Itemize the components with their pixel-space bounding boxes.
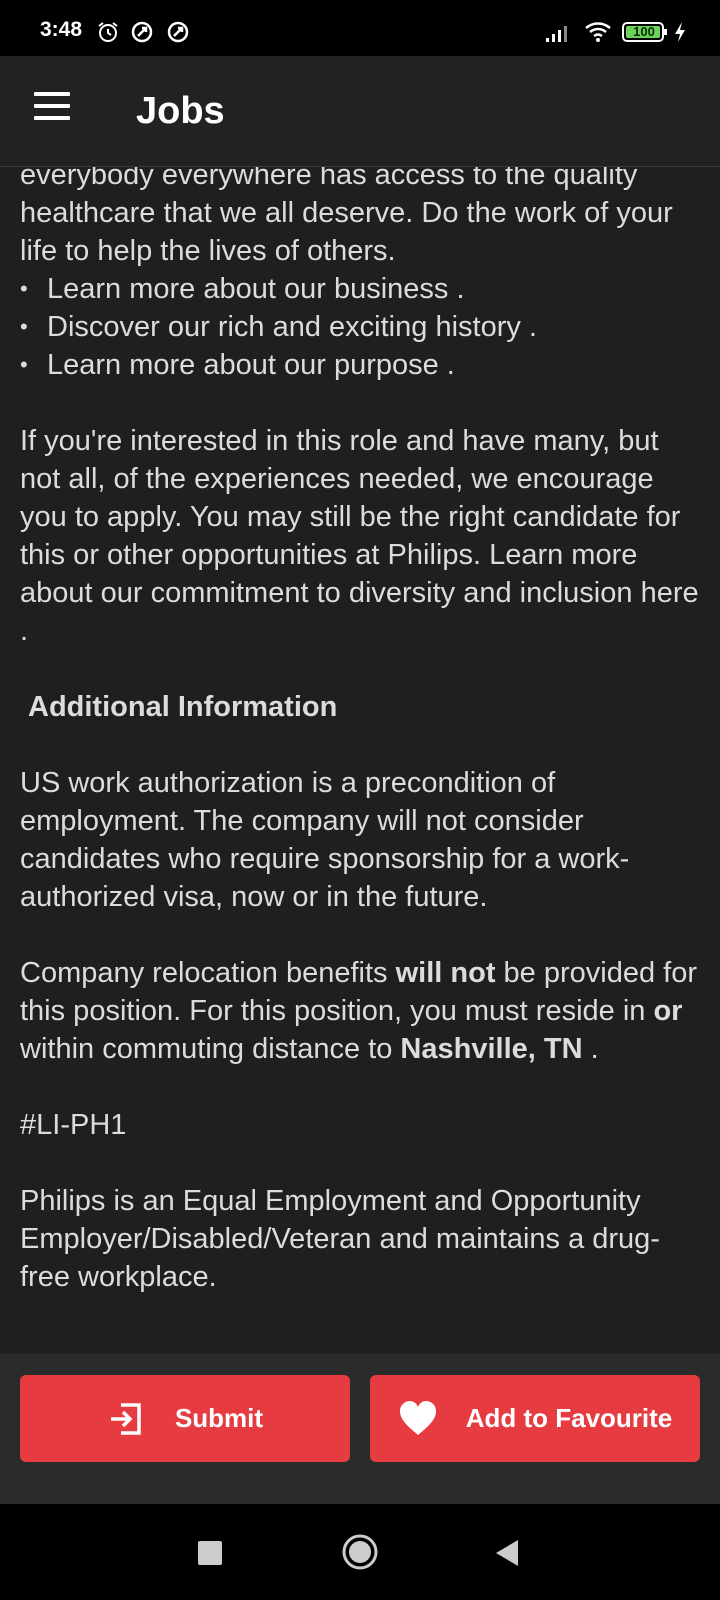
triangle-back-icon — [496, 1540, 518, 1566]
heart-icon — [399, 1400, 436, 1435]
submit-label: Submit — [174, 1403, 264, 1433]
menu-button[interactable] — [28, 92, 76, 130]
job-tag: #LI-PH1 — [20, 1109, 127, 1141]
charging-icon — [675, 22, 685, 42]
intro-paragraph: everybody everywhere has access to the q… — [20, 166, 673, 267]
data-saver-icon — [167, 21, 189, 43]
battery-level: 100 — [633, 24, 655, 39]
job-description[interactable]: everybody everywhere has access to the q… — [0, 166, 720, 1354]
status-bar: 3:48 100 — [0, 0, 720, 56]
eeo-paragraph: Philips is an Equal Employment and Oppor… — [20, 1185, 660, 1293]
add-to-favourite-button[interactable]: Add to Favourite — [370, 1375, 700, 1462]
location-name: Nashville, TN — [400, 1033, 583, 1065]
relocation-paragraph: Company relocation benefits will not be … — [20, 957, 697, 1065]
interest-paragraph: If you're interested in this role and ha… — [20, 425, 699, 647]
work-authorization-paragraph: US work authorization is a precondition … — [20, 767, 630, 913]
wifi-icon — [585, 22, 611, 42]
bullet-purpose[interactable]: Learn more about our purpose . — [20, 346, 705, 384]
signal-icon — [546, 26, 567, 42]
emphasis-or: or — [653, 995, 683, 1027]
home-button[interactable] — [340, 1532, 380, 1572]
system-nav-bar — [0, 1504, 720, 1600]
additional-information-heading: Additional Information — [28, 691, 338, 723]
login-icon — [110, 1402, 141, 1435]
status-time: 3:48 — [40, 18, 83, 41]
back-button[interactable] — [492, 1538, 520, 1568]
page-title: Jobs — [136, 90, 225, 132]
app-bar: Jobs — [0, 56, 720, 167]
square-icon — [198, 1541, 222, 1565]
bullet-list: Learn more about our business . Discover… — [20, 270, 705, 384]
action-panel: Submit Add to Favourite — [0, 1354, 720, 1504]
submit-button[interactable]: Submit — [20, 1375, 350, 1462]
favourite-label: Add to Favourite — [465, 1403, 673, 1433]
bullet-history[interactable]: Discover our rich and exciting history . — [20, 308, 705, 346]
alarm-icon — [98, 22, 118, 42]
recents-button[interactable] — [196, 1539, 224, 1567]
bullet-business[interactable]: Learn more about our business . — [20, 270, 705, 308]
job-description-text: everybody everywhere has access to the q… — [20, 166, 705, 1296]
menu-icon — [34, 92, 70, 96]
data-saver-icon — [131, 21, 153, 43]
emphasis-will-not: will not — [395, 957, 496, 989]
